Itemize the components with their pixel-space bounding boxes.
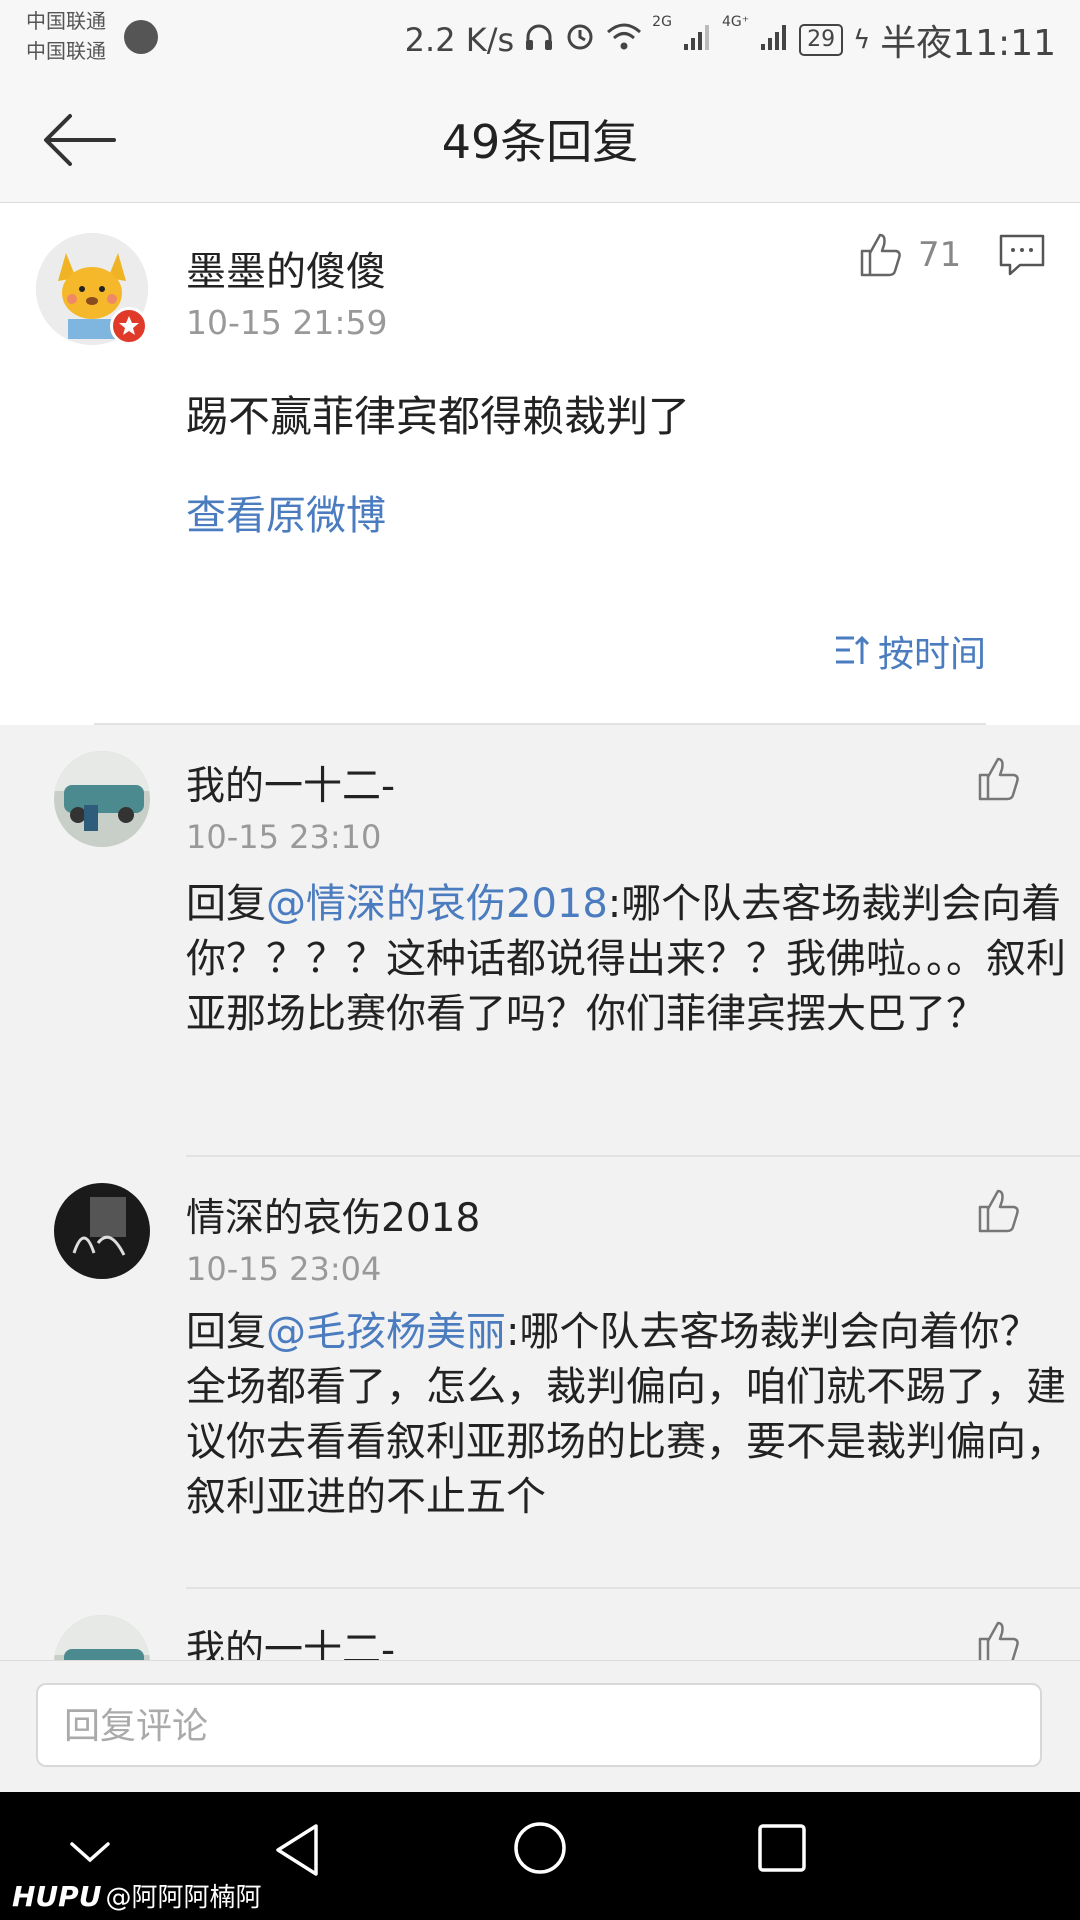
reply-input[interactable]: 回复评论: [36, 1683, 1042, 1767]
like-button[interactable]: [974, 1187, 1022, 1239]
reply-input-bar: 回复评论: [0, 1660, 1080, 1793]
like-button[interactable]: 71: [856, 231, 961, 279]
clock: 半夜11:11: [880, 23, 1056, 64]
header-bar: 49条回复: [0, 76, 1080, 203]
reply-text: 回复@情深的哀伤2018:哪个队去客场裁判会向着你？？？？这种话都说得出来？？我…: [186, 877, 1066, 1042]
reply-text: 回复@毛孩杨美丽:哪个队去客场裁判会向着你？全场都看了，怎么，裁判偏向，咱们就不…: [186, 1305, 1066, 1525]
mention-link[interactable]: @情深的哀伤2018: [266, 881, 608, 927]
like-count: 71: [918, 235, 962, 275]
status-icons: 2.2 K/s 2G 4G⁺ 29 ϟ 半夜11:11: [405, 14, 1056, 66]
thumbs-up-icon: [978, 1189, 1019, 1233]
status-bar: 中国联通 中国联通 2.2 K/s 2G 4G⁺ 29 ϟ 半夜11:11: [0, 0, 1080, 76]
wifi-icon: [606, 20, 642, 61]
watermark: HUPU @阿阿阿楠阿: [12, 1877, 261, 1914]
main-comment: 墨墨的傻傻 10-15 21:59 71 踢不赢菲律宾都得赖裁判了 查看原微博 …: [0, 203, 1080, 725]
signal-icon-2: [759, 20, 789, 61]
triangle-back-icon: [276, 1824, 318, 1876]
avatar[interactable]: [54, 1615, 150, 1660]
watermark-brand: HUPU: [12, 1880, 102, 1913]
sort-icon: [836, 635, 870, 664]
watermark-user: @阿阿阿楠阿: [105, 1883, 262, 1913]
recents-nav-button[interactable]: [754, 1820, 810, 1876]
like-button[interactable]: [974, 755, 1022, 807]
charging-icon: ϟ: [853, 25, 871, 55]
square-recents-icon: [758, 1824, 806, 1872]
like-button[interactable]: [974, 1619, 1022, 1660]
carrier-1: 中国联通: [26, 9, 106, 33]
view-original-link[interactable]: 查看原微博: [186, 483, 386, 541]
comment-icon: [999, 234, 1045, 276]
system-nav-bar: HUPU @阿阿阿楠阿: [0, 1792, 1080, 1920]
alarm-icon: [564, 20, 596, 61]
list-item: 情深的哀伤2018 10-15 23:04 回复@毛孩杨美丽:哪个队去客场裁判会…: [0, 1157, 1080, 1589]
headphone-icon: [524, 20, 554, 61]
carrier-2: 中国联通: [26, 39, 106, 63]
thumbs-up-icon: [860, 233, 901, 277]
reply-prefix: 回复: [186, 1309, 266, 1355]
chevron-down-icon: [70, 1842, 110, 1863]
home-nav-button[interactable]: [510, 1818, 570, 1878]
thumbs-up-icon: [978, 757, 1019, 801]
vpn-icon: [124, 20, 158, 54]
reply-author[interactable]: 我的一十二-: [186, 1619, 395, 1660]
verified-badge-icon: [110, 307, 148, 345]
sort-toggle[interactable]: 按时间: [834, 625, 986, 677]
reply-author[interactable]: 情深的哀伤2018: [186, 1187, 480, 1243]
comment-text: 踢不赢菲律宾都得赖裁判了: [186, 392, 691, 441]
reply-prefix: 回复: [186, 881, 266, 927]
comment-time: 10-15 21:59: [186, 303, 388, 342]
network-speed: 2.2 K/s: [404, 21, 515, 59]
battery-level: 29: [799, 24, 844, 56]
circle-home-icon: [514, 1822, 566, 1874]
mention-link[interactable]: @毛孩杨美丽: [266, 1309, 506, 1355]
reply-comment-button[interactable]: [998, 233, 1046, 277]
avatar[interactable]: [54, 751, 150, 847]
sort-label: 按时间: [878, 634, 987, 675]
back-nav-button[interactable]: [270, 1820, 326, 1880]
list-item: 我的一十二- 10-15 23:10 回复@情深的哀伤2018:哪个队去客场裁判…: [0, 725, 1080, 1157]
reply-time: 10-15 23:04: [186, 1250, 382, 1288]
thumbs-up-icon: [978, 1621, 1019, 1660]
reply-author[interactable]: 我的一十二-: [186, 755, 395, 811]
reply-time: 10-15 23:10: [186, 818, 382, 856]
net-2g: 2G: [652, 14, 672, 30]
reply-list: 我的一十二- 10-15 23:10 回复@情深的哀伤2018:哪个队去客场裁判…: [0, 725, 1080, 1660]
avatar[interactable]: [54, 1183, 150, 1279]
list-item: 我的一十二-: [0, 1589, 1080, 1660]
page-title: 49条回复: [441, 115, 639, 169]
signal-icon-1: [682, 20, 712, 61]
comment-author[interactable]: 墨墨的傻傻: [186, 239, 386, 297]
hide-keyboard-button[interactable]: [64, 1832, 116, 1872]
net-4g: 4G⁺: [721, 14, 750, 30]
